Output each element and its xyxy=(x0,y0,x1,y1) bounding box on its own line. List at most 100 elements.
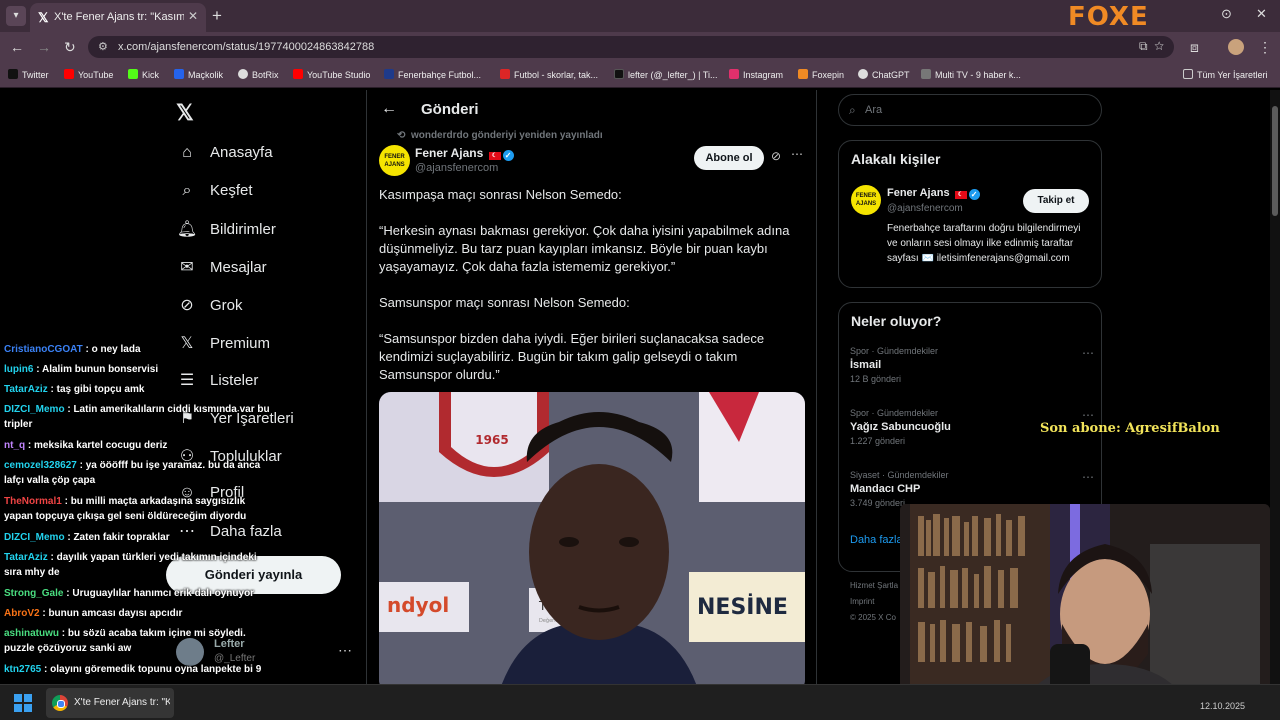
bookmark-fenerbahce[interactable]: Fenerbahçe Futbol... xyxy=(384,69,481,80)
home-icon: ⌂ xyxy=(182,144,192,161)
subscribe-button[interactable]: Abone ol xyxy=(694,146,764,170)
bookmark-instagram[interactable]: Instagram xyxy=(729,69,783,80)
chat-user: ashinatuwu xyxy=(4,628,60,639)
trend-item[interactable]: Spor · Gündemdekiler İsmail 12 B gönderi… xyxy=(850,346,1094,384)
media-sponsor-left: ndyol xyxy=(387,593,449,617)
stream-chat-overlay: CristianoCGOAT : o ney lada lupin6 : Ala… xyxy=(0,340,300,680)
bookmark-futbol[interactable]: Futbol - skorlar, tak... xyxy=(500,69,598,80)
tweet-media-image[interactable]: 1965 ndyol Türk T Değerli Hisse NESİNE xyxy=(379,392,805,684)
chat-user: lupin6 xyxy=(4,364,34,375)
extensions-icon[interactable]: ⧈ xyxy=(1190,39,1199,56)
related-bio: Fenerbahçe taraftarını doğru bilgilendir… xyxy=(887,223,1081,264)
page-title: Gönderi xyxy=(421,101,479,118)
related-avatar[interactable]: FENER AJANS xyxy=(851,185,881,215)
browser-tab[interactable]: 𝕏 X'te Fener Ajans tr: "Kasımpaşa ✕ xyxy=(30,3,206,32)
trend-item[interactable]: Siyaset · Gündemdekiler Mandacı CHP 3.74… xyxy=(850,470,1094,508)
tweet-paragraph: “Herkesin aynası bakması gerekiyor. Çok … xyxy=(379,223,790,274)
chat-message: ashinatuwu : bu sözü acaba takım içine m… xyxy=(4,628,246,654)
youtube-studio-icon xyxy=(293,69,303,79)
nav-explore[interactable]: ⌕ Keşfet xyxy=(176,182,253,200)
more-icon[interactable]: ⋯ xyxy=(1082,470,1094,484)
more-icon[interactable]: ⋯ xyxy=(1082,408,1094,422)
chat-message: AbroV2 : bunun amcası dayısı apcıdır xyxy=(4,608,183,619)
browser-menu-icon[interactable]: ⋮ xyxy=(1258,39,1272,56)
grok-icon: ⊘ xyxy=(180,297,194,314)
chat-message: nt_q : meksika kartel cocugu deriz xyxy=(4,440,168,451)
bookmark-kick[interactable]: Kick xyxy=(128,69,159,80)
chat-message: CristianoCGOAT : o ney lada xyxy=(4,344,141,355)
related-name[interactable]: Fener Ajans ☾ ✓ xyxy=(887,187,980,200)
taskbar-chrome-app[interactable]: X'te Fener Ajans tr: "Kas xyxy=(46,688,174,718)
bookmark-botrix[interactable]: BotRix xyxy=(238,69,279,80)
mail-icon: ✉ xyxy=(180,259,194,276)
reload-button[interactable]: ↻ xyxy=(64,39,76,56)
turkey-flag-icon: ☾ xyxy=(954,191,967,199)
interview-photo: 1965 ndyol Türk T Değerli Hisse NESİNE xyxy=(379,392,805,684)
follow-button[interactable]: Takip et xyxy=(1023,189,1089,213)
bookmark-youtube[interactable]: YouTube xyxy=(64,69,113,80)
site-info-icon[interactable]: ⚙ xyxy=(98,40,108,53)
search-icon: ⌕ xyxy=(849,103,856,117)
show-more-link[interactable]: Daha fazla xyxy=(850,534,903,546)
instagram-icon xyxy=(729,69,739,79)
address-bar[interactable]: ⚙ x.com/ajansfenercom/status/19774000248… xyxy=(88,36,1174,58)
chat-message: TatarAziz : dayılık yapan türkleri yedi … xyxy=(4,552,257,578)
related-handle[interactable]: @ajansfenercom xyxy=(887,203,963,214)
chat-user: cemozel328627 xyxy=(4,460,77,471)
scrollbar-thumb[interactable] xyxy=(1272,106,1278,216)
botrix-icon xyxy=(238,69,248,79)
bookmark-mackolik[interactable]: Maçkolik xyxy=(174,69,223,80)
chat-user: nt_q xyxy=(4,440,26,451)
nav-grok[interactable]: ⊘ Grok xyxy=(176,295,242,315)
tiktok-icon xyxy=(614,69,624,79)
all-bookmarks[interactable]: Tüm Yer İşaretleri xyxy=(1183,69,1268,80)
chat-message: DIZCI_Memo : Latin amerikalıların ciddi … xyxy=(4,404,270,430)
more-icon[interactable]: ⋯ xyxy=(1082,346,1094,360)
tab-search-button[interactable]: ▾ xyxy=(6,6,26,26)
taskbar-clock[interactable]: 12.10.2025 xyxy=(1200,701,1245,711)
media-sponsor-right: NESİNE xyxy=(697,594,788,620)
tweet-text: Kasımpaşa maçı sonrası Nelson Semedo: “H… xyxy=(379,186,799,402)
footer-link[interactable]: Hizmet Şartla xyxy=(850,578,898,594)
forward-button[interactable]: → xyxy=(37,39,51,55)
last-subscriber-overlay: Son abone: AgresifBalon xyxy=(1040,421,1220,436)
page-scrollbar[interactable] xyxy=(1270,90,1280,684)
chat-message: TheNormal1 : bu milli maçta arkadaşına s… xyxy=(4,496,247,522)
bookmark-foxepin[interactable]: Foxepin xyxy=(798,69,844,80)
new-tab-button[interactable]: + xyxy=(212,6,222,26)
author-name[interactable]: Fener Ajans ☾ ✓ xyxy=(415,146,514,161)
profile-avatar[interactable] xyxy=(1228,39,1244,55)
x-icon xyxy=(8,69,18,79)
back-button[interactable]: ← xyxy=(10,39,24,55)
minimize-icon[interactable]: ⊙ xyxy=(1221,6,1232,22)
mackolik-icon xyxy=(174,69,184,79)
bookmark-youtube-studio[interactable]: YouTube Studio xyxy=(293,69,370,80)
tweet-paragraph: Kasımpaşa maçı sonrası Nelson Semedo: xyxy=(379,187,622,202)
author-handle[interactable]: @ajansfenercom xyxy=(415,162,498,174)
bookmark-star-icon[interactable]: ⧉ ☆ xyxy=(1139,39,1164,54)
bookmark-tiktok[interactable]: lefter (@_lefter_) | Ti... xyxy=(614,69,718,80)
x-logo-icon[interactable]: 𝕏 xyxy=(176,100,194,126)
search-input[interactable]: ⌕ Ara xyxy=(838,94,1102,126)
chat-user: DIZCI_Memo xyxy=(4,532,65,543)
tab-close-icon[interactable]: ✕ xyxy=(188,9,198,23)
bookmarks-bar: Twitter YouTube Kick Maçkolik BotRix You… xyxy=(0,62,1280,88)
bookmark-multitv[interactable]: Multi TV - 9 haber k... xyxy=(921,69,1021,80)
chrome-icon xyxy=(52,695,68,711)
windows-start-icon[interactable] xyxy=(14,694,32,712)
chat-user: TatarAziz xyxy=(4,384,48,395)
chat-user: DIZCI_Memo xyxy=(4,404,65,415)
close-window-icon[interactable]: ✕ xyxy=(1256,6,1267,22)
turkey-flag-icon: ☾ xyxy=(488,152,501,160)
nav-notifications[interactable]: 🔔︎ Bildirimler xyxy=(176,219,276,239)
bookmark-chatgpt[interactable]: ChatGPT xyxy=(858,69,910,80)
grok-explain-icon[interactable]: ⊘ xyxy=(771,149,781,163)
footer-link[interactable]: Imprint xyxy=(850,594,898,610)
bookmark-twitter[interactable]: Twitter xyxy=(8,69,49,80)
nav-messages[interactable]: ✉ Mesajlar xyxy=(176,257,266,277)
author-avatar[interactable]: FENER AJANS xyxy=(379,145,410,176)
back-arrow-icon[interactable]: ← xyxy=(381,100,397,118)
chat-user: TheNormal1 xyxy=(4,496,62,507)
more-icon[interactable]: ⋯ xyxy=(791,147,803,161)
nav-home[interactable]: ⌂ Anasayfa xyxy=(176,144,272,162)
